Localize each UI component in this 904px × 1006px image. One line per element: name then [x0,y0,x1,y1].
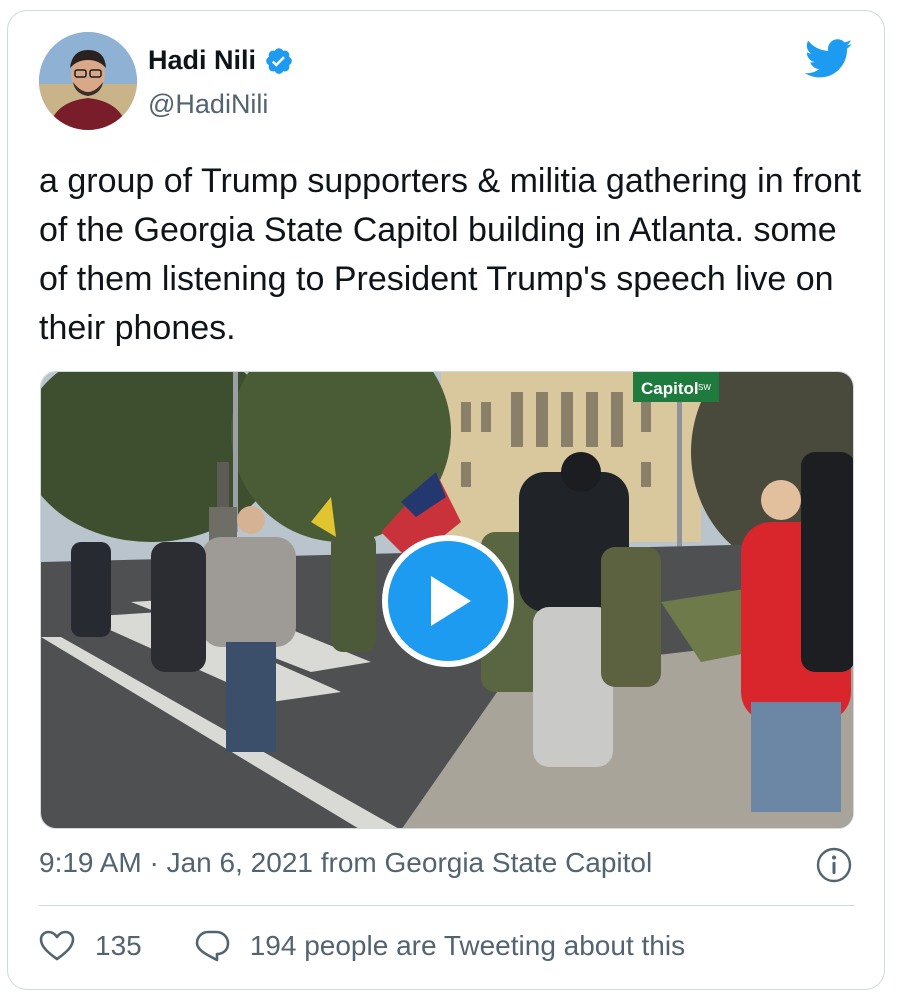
reply-button[interactable]: 194 people are Tweeting about this [194,929,685,963]
reply-text: 194 people are Tweeting about this [249,930,686,961]
avatar[interactable] [39,32,137,130]
author-name[interactable]: Hadi Nili [148,45,256,76]
street-sign-suffix: SW [698,383,711,392]
play-button[interactable] [382,535,514,667]
divider [39,905,855,906]
action-bar: 135 194 people are Tweeting about this [39,929,685,963]
play-icon [431,576,471,626]
video-media[interactable]: Capitol SW [40,371,854,829]
tweet-timestamp[interactable]: 9:19 AM · Jan 6, 2021 from Georgia State… [39,847,652,879]
tweet-text: a group of Trump supporters & militia ga… [39,162,862,347]
street-sign-text: Capitol [641,379,699,398]
like-button[interactable]: 135 [39,930,142,962]
like-count: 135 [95,930,142,961]
heart-icon [39,930,75,961]
author-name-row[interactable]: Hadi Nili [148,45,294,76]
verified-badge-icon [266,47,292,74]
author-handle[interactable]: @HadiNili [148,89,268,120]
twitter-bird-icon[interactable] [805,39,853,79]
speech-bubble-icon [195,930,230,962]
info-icon[interactable] [816,847,852,883]
tweet-card: Hadi Nili @HadiNili a group of Trump sup… [7,10,885,990]
